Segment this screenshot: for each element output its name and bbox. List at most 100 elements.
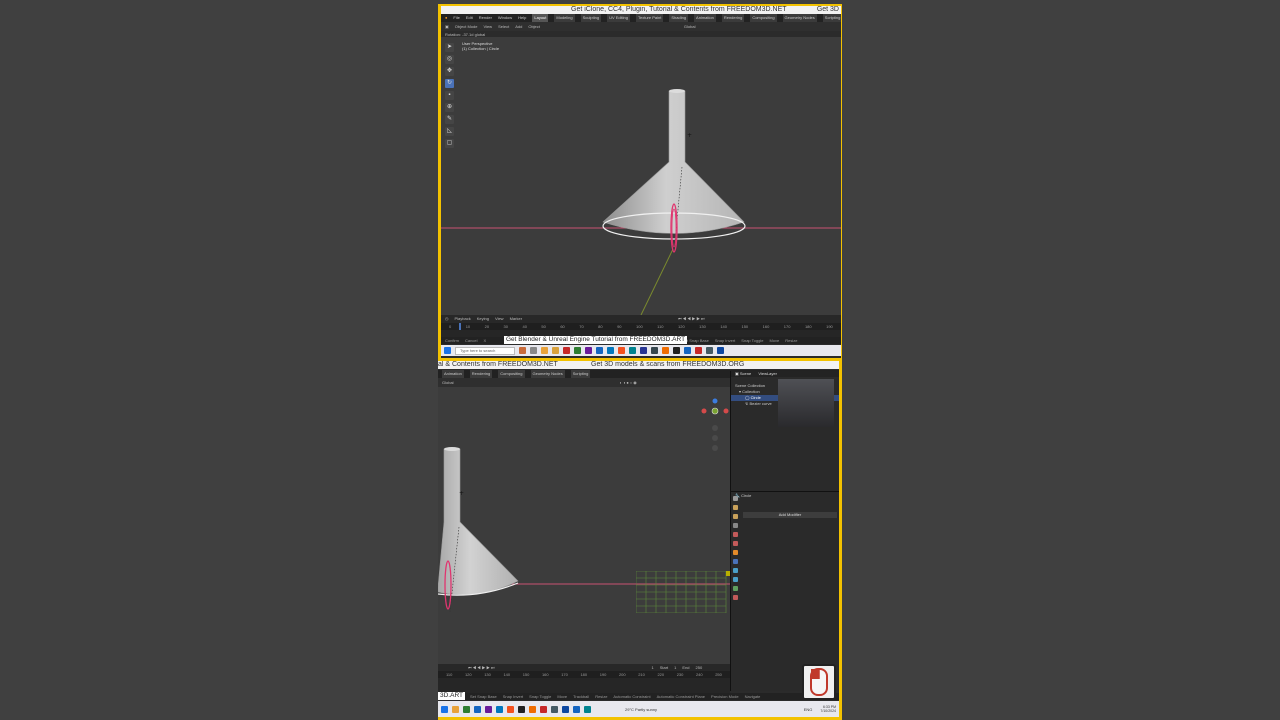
tab-texture-paint[interactable]: Texture Paint (636, 14, 664, 22)
scene-selector[interactable]: ▣ Scene ViewLayer (731, 371, 839, 377)
menu-edit[interactable]: Edit (466, 14, 473, 22)
timeline-editor-icon[interactable]: ◷ (445, 315, 449, 323)
tab-rendering[interactable]: Rendering (469, 370, 493, 378)
tab-geometry-nodes[interactable]: Geometry Nodes (530, 370, 565, 378)
object-tab-icon[interactable] (733, 550, 738, 555)
tab-compositing[interactable]: Compositing (750, 14, 777, 22)
render-tab-icon[interactable] (733, 505, 738, 510)
menu-window[interactable]: Window (498, 14, 512, 22)
tab-rendering[interactable]: Rendering (721, 14, 745, 22)
avatar-icon[interactable] (519, 347, 526, 354)
app-icon[interactable] (596, 347, 603, 354)
data-tab-icon[interactable] (733, 586, 738, 591)
physics-tab-icon[interactable] (733, 568, 738, 573)
end-frame-field[interactable]: 250 (696, 664, 703, 671)
app-icon[interactable] (552, 347, 559, 354)
output-tab-icon[interactable] (733, 514, 738, 519)
app-icon[interactable] (651, 347, 658, 354)
app-icon[interactable] (518, 705, 525, 713)
system-clock[interactable]: 6:33 PM 7/10/2024 (820, 705, 839, 713)
timeline-track[interactable] (438, 678, 730, 693)
shading-icons[interactable]: ◐◑●○◉ (620, 378, 638, 387)
tab-scripting[interactable]: Scripting (570, 370, 591, 378)
app-icon[interactable] (573, 705, 580, 713)
tab-geometry-nodes[interactable]: Geometry Nodes (782, 14, 817, 22)
app-icon[interactable] (695, 347, 702, 354)
view-layer-tab-icon[interactable] (733, 523, 738, 528)
timeline-ruler[interactable]: 0 10 20 30 40 50 60 70 80 90 100 110 120… (441, 323, 841, 330)
tab-modeling[interactable]: Modeling (554, 14, 575, 22)
tab-shading[interactable]: Shading (669, 14, 689, 22)
task-view-icon[interactable] (530, 347, 537, 354)
edge-icon[interactable] (496, 705, 503, 713)
menu-object[interactable]: Object (528, 22, 540, 31)
edge-icon[interactable] (607, 347, 614, 354)
app-icon[interactable] (706, 347, 713, 354)
tab-sculpting[interactable]: Sculpting (580, 14, 602, 22)
world-tab-icon[interactable] (733, 541, 738, 546)
language-indicator[interactable]: ENG (804, 707, 813, 712)
navigation-gizmo[interactable] (700, 395, 730, 455)
tab-animation[interactable]: Animation (694, 14, 716, 22)
bottom-3d-viewport[interactable]: + (438, 387, 730, 671)
timeline-ruler[interactable]: 110 120 130 140 150 160 170 180 190 200 … (438, 671, 730, 678)
app-icon[interactable] (673, 347, 680, 354)
tab-compositing[interactable]: Compositing (498, 370, 525, 378)
folder-icon[interactable] (541, 347, 548, 354)
menu-help[interactable]: Help (518, 14, 526, 22)
windows-start-icon[interactable] (441, 705, 448, 713)
menu-select[interactable]: Select (498, 22, 509, 31)
weather-widget[interactable]: 29°C Partly sunny (625, 707, 657, 712)
menu-add[interactable]: Add (515, 22, 522, 31)
app-icon[interactable] (640, 347, 647, 354)
material-tab-icon[interactable] (733, 595, 738, 600)
app-icon[interactable] (585, 347, 592, 354)
steam-icon[interactable] (562, 705, 569, 713)
playback-controls[interactable]: ⏮◀◀▶▶⏭ (678, 315, 705, 323)
app-icon[interactable] (485, 705, 492, 713)
tab-uv-editing[interactable]: UV Editing (607, 14, 630, 22)
current-frame-field[interactable]: 1 (651, 664, 653, 671)
menu-marker[interactable]: Marker (510, 315, 522, 323)
start-frame-field[interactable]: 1 (674, 664, 676, 671)
chrome-icon[interactable] (618, 347, 625, 354)
app-icon[interactable] (551, 705, 558, 713)
menu-view[interactable]: View (483, 22, 492, 31)
steam-icon[interactable] (717, 347, 724, 354)
folder-icon[interactable] (452, 705, 459, 713)
tab-scripting[interactable]: Scripting (822, 14, 841, 22)
blender-icon[interactable] (529, 705, 536, 713)
menu-playback[interactable]: Playback (455, 315, 471, 323)
constraints-tab-icon[interactable] (733, 577, 738, 582)
editor-type-icon[interactable]: ▣ (445, 22, 449, 31)
playback-controls[interactable]: ⏮◀◀▶▶⏭ (468, 664, 495, 671)
tab-layout[interactable]: Layout (532, 14, 549, 22)
app-icon[interactable] (563, 347, 570, 354)
modifier-tab-icon[interactable] (733, 559, 738, 564)
menu-render[interactable]: Render (479, 14, 492, 22)
menu-timeline-view[interactable]: View (495, 315, 504, 323)
app-icon[interactable] (463, 705, 470, 713)
blender-logo-icon[interactable]: ● (445, 14, 447, 22)
add-modifier-button[interactable]: Add Modifier (743, 512, 837, 518)
taskbar-search-input[interactable]: Type here to search (455, 346, 515, 355)
tab-animation[interactable]: Animation (442, 370, 464, 378)
app-icon[interactable] (474, 705, 481, 713)
chrome-icon[interactable] (507, 705, 514, 713)
top-3d-viewport[interactable]: ➤ ◎ ✥ ↻ ▪ ⊕ ✎ ◺ ▢ User Perspective (1) C… (441, 37, 841, 315)
excel-icon[interactable] (574, 347, 581, 354)
blender-icon[interactable] (662, 347, 669, 354)
app-icon[interactable] (584, 705, 591, 713)
windows-start-icon[interactable] (444, 347, 451, 354)
transform-orientation-select[interactable]: Global (684, 22, 696, 31)
tool-tab-icon[interactable] (733, 496, 738, 501)
app-icon[interactable] (684, 347, 691, 354)
ruler-tick: 160 (762, 324, 770, 329)
mode-select[interactable]: Object Mode (455, 22, 478, 31)
menu-keying[interactable]: Keying (477, 315, 489, 323)
transform-orientation-select[interactable]: Global (442, 378, 454, 387)
scene-tab-icon[interactable] (733, 532, 738, 537)
app-icon[interactable] (629, 347, 636, 354)
menu-file[interactable]: File (453, 14, 459, 22)
app-icon[interactable] (540, 705, 547, 713)
